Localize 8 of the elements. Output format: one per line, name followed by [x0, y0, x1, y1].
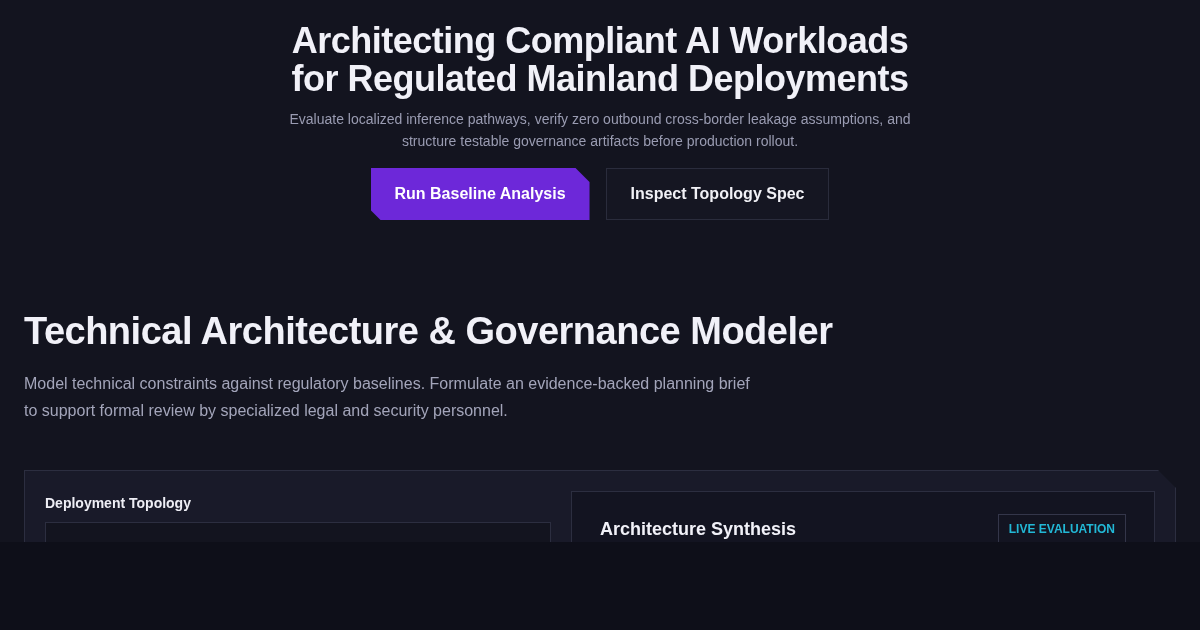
panel-title: Architecture Synthesis [600, 518, 797, 540]
section-description: Model technical constraints against regulatory baselines. Formulate an evidence-backed planning brief to support formal review by specialized legal and security personnel. [24, 374, 751, 421]
section-title: Technical Architecture & Governance Modeler [24, 309, 834, 354]
hero-subtitle: Evaluate localized inference pathways, verify zero outbound cross-border leakage assumptions, and structure testable governance artifacts before production rollout. [288, 110, 912, 151]
field-label: Deployment Topology [45, 494, 192, 513]
action-button[interactable]: Inspect Topology Spec [605, 168, 830, 220]
action-button[interactable]: Run Baseline Analysis [370, 168, 590, 220]
hero-title: Architecting Compliant AI Workloads for Regulated Mainland Deployments [291, 22, 909, 98]
